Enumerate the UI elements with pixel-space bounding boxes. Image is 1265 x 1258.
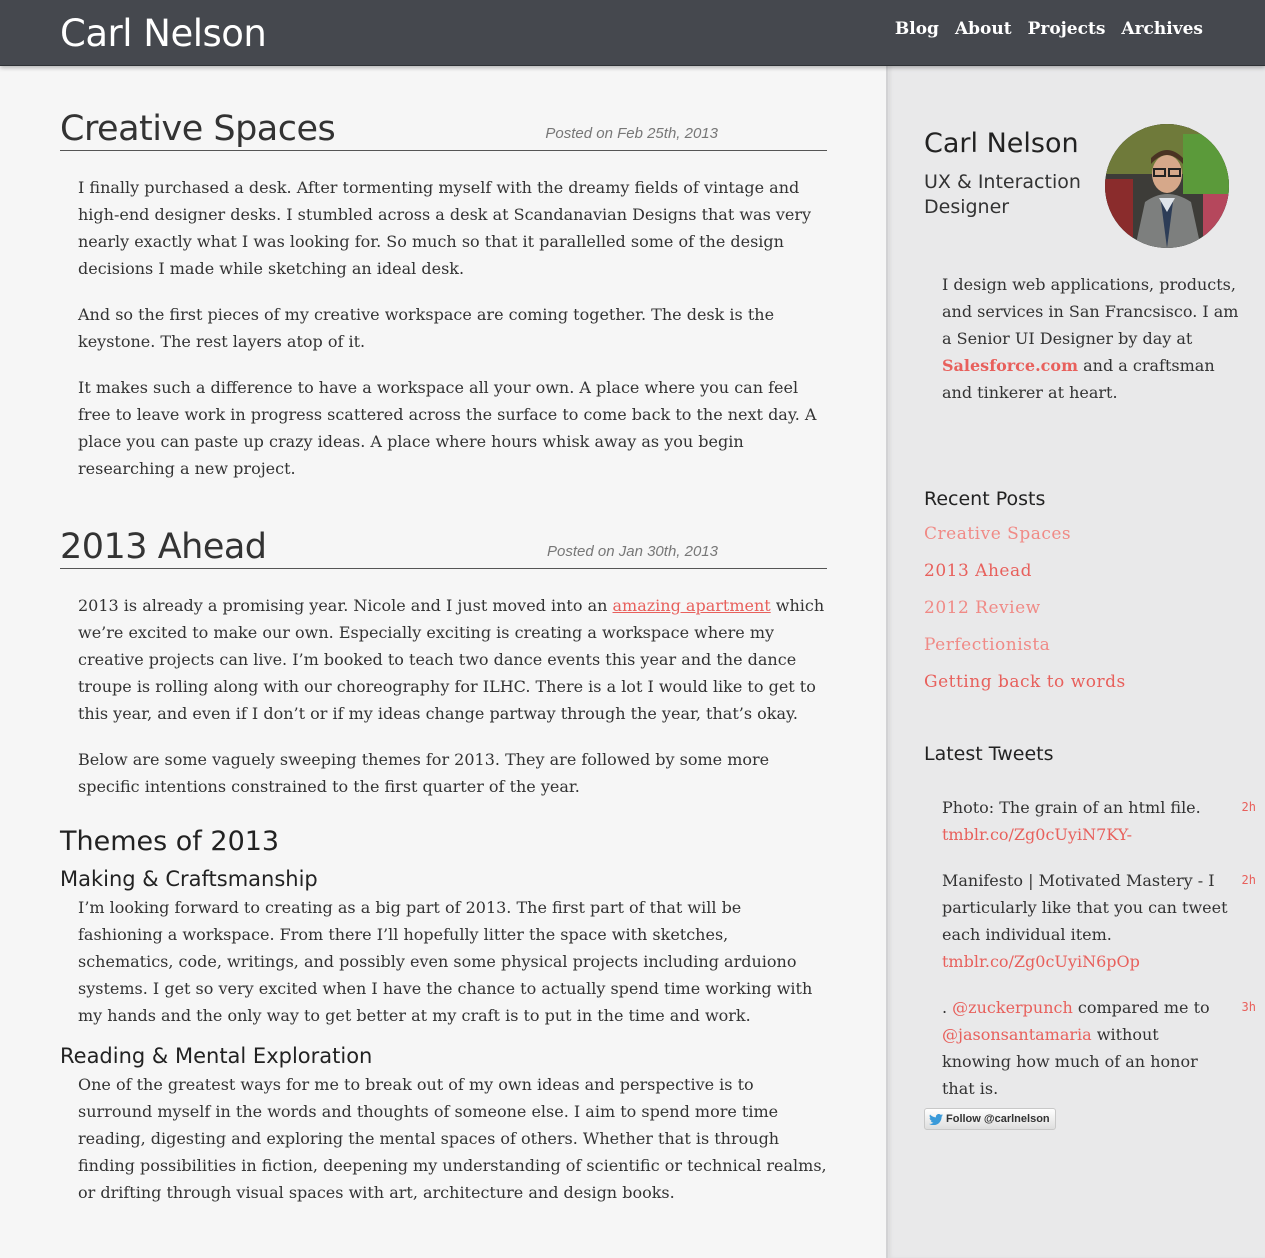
post-header: Creative Spaces Posted on Feb 25th, 2013: [60, 108, 827, 151]
tweet: . @zuckerpunch compared me to @jasonsant…: [942, 994, 1262, 1102]
paragraph: I’m looking forward to creating as a big…: [78, 898, 813, 1025]
subheading: Reading & Mental Exploration: [60, 1044, 373, 1068]
profile-role: UX & Interaction Designer: [924, 171, 1081, 218]
sidebar: Carl Nelson UX & Interaction Designer I …: [886, 66, 1265, 1258]
nav-blog[interactable]: Blog: [895, 19, 939, 39]
tweet-link[interactable]: tmblr.co/Zg0cUyiN7KY-: [942, 825, 1132, 844]
tweet-link[interactable]: tmblr.co/Zg0cUyiN6pOp: [942, 952, 1140, 971]
post-creative-spaces: Creative Spaces Posted on Feb 25th, 2013…: [0, 66, 886, 482]
section-heading: Themes of 2013: [60, 826, 280, 857]
paragraph: Below are some vaguely sweeping themes f…: [78, 750, 770, 796]
recent-post-link[interactable]: 2012 Review: [924, 598, 1041, 618]
bio-text: I design web applications, products, and…: [942, 275, 1239, 348]
salesforce-link[interactable]: Salesforce.com: [942, 356, 1078, 375]
paragraph: I finally purchased a desk. After tormen…: [78, 178, 812, 278]
mention-link[interactable]: @jasonsantamaria: [942, 1025, 1092, 1044]
tweet-text: Manifesto | Motivated Mastery - I partic…: [942, 867, 1232, 975]
paragraph: 2013 is already a promising year. Nicole…: [78, 592, 828, 727]
tweet-body: .: [942, 998, 953, 1017]
paragraph-text: which we’re excited to make our own. Esp…: [78, 596, 825, 723]
avatar: [1105, 124, 1229, 248]
post-date: Posted on Jan 30th, 2013: [547, 543, 718, 560]
tweet-text: Photo: The grain of an html file. tmblr.…: [942, 794, 1232, 848]
list-item: 2012 Review: [924, 598, 1126, 635]
main-nav: Blog About Projects Archives: [895, 19, 1203, 39]
follow-label: Follow @carlnelson: [946, 1113, 1050, 1125]
post-date: Posted on Feb 25th, 2013: [545, 125, 718, 142]
amazing-apartment-link[interactable]: amazing apartment: [613, 596, 771, 615]
post-body: 2013 is already a promising year. Nicole…: [78, 592, 828, 800]
section-body: I’m looking forward to creating as a big…: [78, 894, 828, 1029]
tweet-age[interactable]: 2h: [1242, 867, 1256, 894]
paragraph: It makes such a difference to have a wor…: [78, 378, 817, 478]
recent-post-link[interactable]: Perfectionista: [924, 635, 1050, 655]
nav-about[interactable]: About: [955, 19, 1012, 39]
recent-post-link[interactable]: 2013 Ahead: [924, 561, 1032, 581]
nav-projects[interactable]: Projects: [1028, 19, 1106, 39]
tweet-age[interactable]: 2h: [1242, 794, 1256, 821]
paragraph: One of the greatest ways for me to break…: [78, 1075, 827, 1202]
top-bar: Carl Nelson Blog About Projects Archives: [0, 0, 1265, 66]
twitter-bird-icon: [929, 1113, 943, 1125]
latest-tweets-heading: Latest Tweets: [924, 743, 1054, 765]
paragraph: And so the first pieces of my creative w…: [78, 305, 775, 351]
profile: Carl Nelson UX & Interaction Designer: [924, 128, 1099, 220]
nav-archives[interactable]: Archives: [1121, 19, 1203, 39]
tweet: Manifesto | Motivated Mastery - I partic…: [942, 867, 1262, 975]
follow-button[interactable]: Follow @carlnelson: [924, 1108, 1056, 1130]
tweet: Photo: The grain of an html file. tmblr.…: [942, 794, 1262, 848]
mention-link[interactable]: @zuckerpunch: [952, 998, 1073, 1017]
tweet-body: Photo: The grain of an html file.: [942, 798, 1201, 817]
profile-name: Carl Nelson: [924, 128, 1079, 159]
recent-posts-list: Creative Spaces 2013 Ahead 2012 Review P…: [924, 524, 1126, 709]
site-title[interactable]: Carl Nelson: [60, 12, 267, 55]
tweet-body: Manifesto | Motivated Mastery - I partic…: [942, 871, 1228, 944]
bio: I design web applications, products, and…: [942, 271, 1242, 406]
list-item: 2013 Ahead: [924, 561, 1126, 598]
tweet-list: Photo: The grain of an html file. tmblr.…: [942, 794, 1262, 1121]
post-header: 2013 Ahead Posted on Jan 30th, 2013: [60, 526, 827, 569]
section-body: One of the greatest ways for me to break…: [78, 1071, 828, 1206]
tweet-age[interactable]: 3h: [1242, 994, 1256, 1021]
recent-post-link[interactable]: Getting back to words: [924, 672, 1126, 692]
main-content: Creative Spaces Posted on Feb 25th, 2013…: [0, 66, 886, 1258]
list-item: Getting back to words: [924, 672, 1126, 709]
recent-posts-heading: Recent Posts: [924, 488, 1046, 510]
avatar-photo: [1105, 124, 1229, 248]
tweet-body: compared me to: [1072, 998, 1210, 1017]
post-2013-ahead: 2013 Ahead Posted on Jan 30th, 2013 2013…: [0, 501, 886, 1206]
list-item: Perfectionista: [924, 635, 1126, 672]
tweet-text: . @zuckerpunch compared me to @jasonsant…: [942, 994, 1232, 1102]
post-body: I finally purchased a desk. After tormen…: [78, 174, 828, 482]
subheading: Making & Craftsmanship: [60, 867, 318, 891]
list-item: Creative Spaces: [924, 524, 1126, 561]
paragraph-text: 2013 is already a promising year. Nicole…: [78, 596, 613, 615]
recent-post-link[interactable]: Creative Spaces: [924, 524, 1071, 544]
